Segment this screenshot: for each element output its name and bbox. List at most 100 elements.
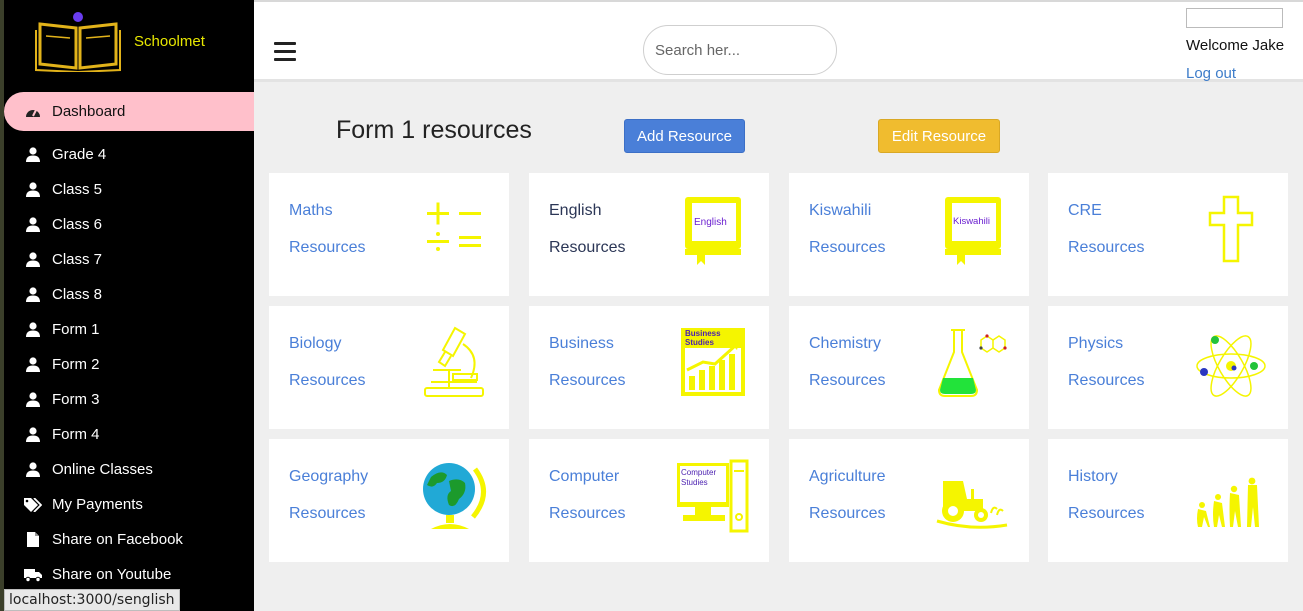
brand-name: Schoolmet xyxy=(134,33,205,50)
user-icon xyxy=(24,357,42,373)
sidebar-item-label: Form 1 xyxy=(52,321,100,338)
tags-icon xyxy=(24,497,42,513)
card-maths[interactable]: Maths Resources xyxy=(269,173,509,296)
sidebar-item-form-2[interactable]: Form 2 xyxy=(0,347,254,382)
user-icon xyxy=(24,392,42,408)
card-resources-link[interactable]: Resources xyxy=(549,372,625,390)
welcome-text: Welcome Jake xyxy=(1186,37,1285,54)
card-chemistry[interactable]: Chemistry Resources xyxy=(789,306,1029,429)
card-resources-link[interactable]: Resources xyxy=(809,239,885,257)
sidebar-item-class-5[interactable]: Class 5 xyxy=(0,172,254,207)
card-physics[interactable]: Physics Resources xyxy=(1048,306,1288,429)
card-subject: Kiswahili xyxy=(809,202,872,219)
card-kiswahili[interactable]: Kiswahili Resources Kiswahili xyxy=(789,173,1029,296)
sidebar-item-label: Class 6 xyxy=(52,216,103,233)
globe-icon xyxy=(423,463,486,529)
sidebar-item-label: Form 2 xyxy=(52,356,100,373)
sidebar-item-label: My Payments xyxy=(52,496,143,513)
logout-link[interactable]: Log out xyxy=(1186,65,1236,82)
evolution-icon xyxy=(1197,477,1259,527)
sidebar-item-label: Form 4 xyxy=(52,426,100,443)
status-bar-url: localhost:3000/senglish xyxy=(4,589,180,611)
card-resources-link[interactable]: Resources xyxy=(289,372,365,390)
card-resources-link[interactable]: Resources xyxy=(289,505,365,523)
card-biology[interactable]: Biology Resources xyxy=(269,306,509,429)
sidebar-item-share-facebook[interactable]: Share on Facebook xyxy=(0,522,254,557)
sidebar-item-label: Share on Facebook xyxy=(52,531,183,548)
sidebar-nav: Dashboard Grade 4 Class 5 Class 6 Class … xyxy=(0,92,254,592)
sidebar-item-grade-4[interactable]: Grade 4 xyxy=(0,137,254,172)
flask-icon xyxy=(937,329,1007,397)
card-english[interactable]: English Resources English xyxy=(529,173,769,296)
card-geography[interactable]: Geography Resources xyxy=(269,439,509,562)
add-resource-button[interactable]: Add Resource xyxy=(624,119,745,153)
brand-logo[interactable]: Schoolmet xyxy=(34,10,244,74)
truck-icon xyxy=(24,567,42,583)
top-header: Welcome Jake Log out xyxy=(254,0,1303,82)
sidebar-item-label: Class 8 xyxy=(52,286,103,303)
user-icon xyxy=(24,427,42,443)
card-resources-link[interactable]: Resources xyxy=(809,372,885,390)
card-subject: CRE xyxy=(1068,202,1102,219)
user-icon xyxy=(24,322,42,338)
sidebar-item-label: Online Classes xyxy=(52,461,153,478)
card-subject: Maths xyxy=(289,202,333,219)
hamburger-menu-icon[interactable] xyxy=(274,42,296,61)
sidebar-item-my-payments[interactable]: My Payments xyxy=(0,487,254,522)
card-resources-link[interactable]: Resources xyxy=(549,505,625,523)
card-business[interactable]: Business Resources Business Studies xyxy=(529,306,769,429)
tractor-icon xyxy=(936,481,1008,529)
user-icon xyxy=(24,462,42,478)
business-chart-icon: Business Studies xyxy=(681,328,745,396)
card-subject: Chemistry xyxy=(809,335,882,352)
card-resources-link[interactable]: Resources xyxy=(1068,372,1144,390)
user-icon xyxy=(24,182,42,198)
card-resources-link[interactable]: Resources xyxy=(549,239,625,257)
sidebar-item-form-3[interactable]: Form 3 xyxy=(0,382,254,417)
computer-icon: Computer Studies xyxy=(677,459,749,533)
card-subject: Geography xyxy=(289,468,369,485)
screen-title-text: Computer xyxy=(681,468,716,477)
edit-resource-button[interactable]: Edit Resource xyxy=(878,119,1000,153)
file-icon xyxy=(24,532,42,548)
card-computer[interactable]: Computer Resources Computer Studies xyxy=(529,439,769,562)
sidebar-item-form-4[interactable]: Form 4 xyxy=(0,417,254,452)
card-resources-link[interactable]: Resources xyxy=(1068,505,1144,523)
page-title: Form 1 resources xyxy=(336,116,532,144)
kiswahili-book-icon: Kiswahili xyxy=(945,197,1001,265)
card-cre[interactable]: CRE Resources xyxy=(1048,173,1288,296)
sidebar-item-label: Form 3 xyxy=(52,391,100,408)
avatar xyxy=(1186,8,1283,28)
search-input[interactable] xyxy=(643,25,837,75)
book-text: English xyxy=(694,217,727,228)
card-subject: English xyxy=(549,202,602,219)
sidebar-item-class-6[interactable]: Class 6 xyxy=(0,207,254,242)
sidebar-item-share-youtube[interactable]: Share on Youtube xyxy=(0,557,254,592)
sidebar-item-label: Dashboard xyxy=(52,103,126,120)
user-icon xyxy=(24,252,42,268)
card-subject: Biology xyxy=(289,335,342,352)
user-icon xyxy=(24,287,42,303)
sidebar-item-label: Class 5 xyxy=(52,181,103,198)
card-subject: Physics xyxy=(1068,335,1124,352)
card-resources-link[interactable]: Resources xyxy=(1068,239,1144,257)
book-text: Kiswahili xyxy=(953,216,990,227)
sidebar-item-form-1[interactable]: Form 1 xyxy=(0,312,254,347)
sidebar-item-label: Class 7 xyxy=(52,251,103,268)
sidebar-item-class-7[interactable]: Class 7 xyxy=(0,242,254,277)
sidebar-item-dashboard[interactable]: Dashboard xyxy=(4,92,254,131)
cross-icon xyxy=(1208,195,1254,263)
card-resources-link[interactable]: Resources xyxy=(809,505,885,523)
sidebar-item-class-8[interactable]: Class 8 xyxy=(0,277,254,312)
sidebar-item-online-classes[interactable]: Online Classes xyxy=(0,452,254,487)
card-history[interactable]: History Resources xyxy=(1048,439,1288,562)
atom-icon xyxy=(1196,335,1266,397)
sidebar-item-label: Grade 4 xyxy=(52,146,107,163)
user-icon xyxy=(24,217,42,233)
sidebar: Schoolmet Dashboard Grade 4 Class 5 Clas… xyxy=(0,0,254,611)
math-operators-icon xyxy=(427,202,481,251)
chart-title-text: Business xyxy=(685,329,721,338)
card-resources-link[interactable]: Resources xyxy=(289,239,365,257)
microscope-icon xyxy=(424,326,484,397)
card-agriculture[interactable]: Agriculture Resources xyxy=(789,439,1029,562)
